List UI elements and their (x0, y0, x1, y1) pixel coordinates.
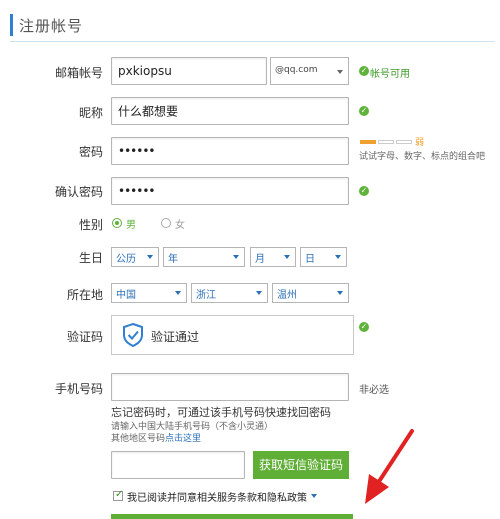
click-here-link[interactable]: 点击这里 (165, 434, 201, 444)
chevron-down-icon (175, 291, 181, 295)
chevron-down-icon (337, 291, 343, 295)
phone-optional: 非必选 (359, 385, 389, 396)
birth-month-value: 月 (255, 254, 265, 265)
password-strength-bar-2 (378, 140, 394, 144)
check-icon: ✓ (359, 106, 369, 116)
check-icon: ✓ (359, 322, 369, 332)
country-select[interactable]: 中国 (111, 283, 187, 303)
birthday-label: 生日 (78, 251, 103, 265)
province-value: 浙江 (196, 290, 216, 301)
birth-year-value: 年 (168, 254, 178, 265)
sms-code-input[interactable] (111, 451, 245, 479)
confirm-password-input[interactable]: •••••• (111, 177, 349, 205)
gender-label: 性别 (78, 218, 103, 232)
confirm-password-value: •••••• (118, 184, 155, 198)
password-strength-bar-3 (396, 140, 412, 144)
birth-day-value: 日 (305, 254, 315, 265)
email-status: 帐号可用 (370, 69, 410, 80)
birth-day-select[interactable]: 日 (300, 247, 347, 267)
chevron-down-icon (284, 255, 290, 259)
password-strength-bar-1 (360, 140, 376, 144)
chevron-down-icon (233, 255, 239, 259)
confirm-password-label: 确认密码 (54, 185, 103, 199)
nickname-input[interactable]: 什么都想要 (111, 97, 349, 125)
chevron-down-icon[interactable] (311, 494, 317, 498)
gender-radio-female[interactable] (161, 218, 171, 228)
get-sms-code-button[interactable]: 获取短信验证码 (253, 451, 349, 479)
city-select[interactable]: 温州 (272, 283, 349, 303)
gender-option-male: 男 (126, 220, 136, 231)
phone-label: 手机号码 (54, 382, 103, 396)
password-input[interactable]: •••••• (111, 137, 349, 165)
shield-check-icon (122, 322, 144, 350)
captcha-status: 验证通过 (151, 330, 200, 344)
location-label: 所在地 (66, 288, 103, 302)
email-domain-select[interactable]: @qq.com (270, 57, 349, 85)
birth-month-select[interactable]: 月 (250, 247, 296, 267)
password-strength-label: 弱 (415, 138, 425, 148)
check-icon: ✓ (359, 66, 369, 76)
phone-input[interactable] (111, 373, 349, 401)
chevron-down-icon (337, 70, 343, 74)
chevron-down-icon (335, 255, 341, 259)
email-input[interactable]: pxkiopsu (111, 57, 267, 85)
city-value: 温州 (277, 290, 297, 301)
password-value: •••••• (118, 144, 155, 158)
calendar-type-select[interactable]: 公历 (111, 247, 159, 267)
annotation-arrow-icon (365, 429, 414, 504)
check-icon: ✓ (359, 186, 369, 196)
nickname-value: 什么都想要 (118, 104, 179, 119)
captcha-widget[interactable]: 验证通过 (111, 315, 354, 355)
chevron-down-icon (256, 291, 262, 295)
phone-other-region-text: 其他地区号码 (111, 434, 166, 444)
email-value: pxkiopsu (118, 64, 172, 78)
agreement-checkbox[interactable] (113, 489, 123, 501)
phone-info: 忘记密码时，可通过该手机号码快速找回密码 (111, 406, 331, 419)
calendar-type-value: 公历 (116, 254, 136, 265)
agreement-text[interactable]: 我已阅读并同意相关服务条款和隐私政策 (127, 489, 307, 504)
page-title: 注册帐号 (19, 17, 84, 35)
password-hint: 试试字母、数字、标点的组合吧 (359, 152, 486, 162)
gender-radio-male[interactable] (112, 218, 122, 228)
birth-year-select[interactable]: 年 (163, 247, 245, 267)
gender-option-female: 女 (175, 220, 185, 231)
email-label: 邮箱帐号 (54, 66, 103, 80)
nickname-label: 昵称 (78, 106, 103, 120)
password-label: 密码 (78, 145, 103, 159)
province-select[interactable]: 浙江 (191, 283, 268, 303)
header-accent-bar (10, 14, 13, 36)
phone-other-region: 其他地区号码点击这里 (111, 431, 201, 444)
header-divider (10, 41, 495, 42)
email-domain-value: @qq.com (275, 65, 318, 75)
register-button[interactable] (111, 514, 353, 519)
chevron-down-icon (147, 255, 153, 259)
country-value: 中国 (116, 290, 136, 301)
captcha-label: 验证码 (66, 330, 103, 344)
